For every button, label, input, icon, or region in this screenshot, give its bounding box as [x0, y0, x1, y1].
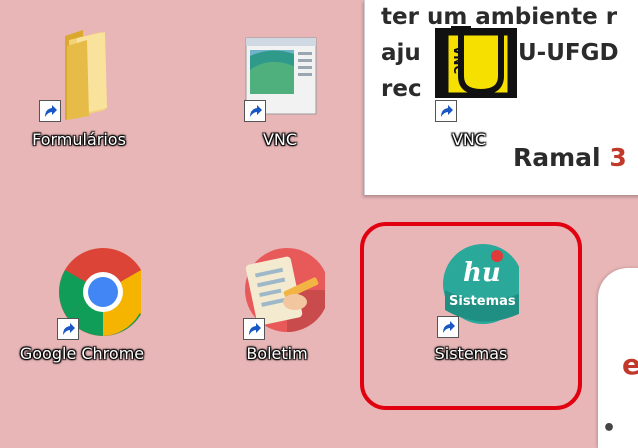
shortcut-arrow-icon — [57, 318, 79, 340]
icon-label: Boletim — [246, 344, 308, 363]
note-line-3: U-UFGD — [518, 40, 619, 66]
vnc-logo-text: VNC — [451, 46, 465, 75]
note-ramal: Ramal 3 — [513, 143, 627, 172]
wallpaper-side-note: e • — [598, 268, 638, 448]
shortcut-arrow-icon — [244, 100, 266, 122]
desktop-icon-boletim[interactable]: Boletim — [218, 240, 336, 363]
icon-label: VNC — [451, 130, 487, 149]
shortcut-arrow-icon — [39, 100, 61, 122]
side-note-bullet: • — [602, 416, 617, 441]
folder-icon — [31, 26, 127, 122]
boletim-icon — [229, 240, 329, 340]
ramal-digit: 3 — [609, 143, 627, 172]
desktop-icon-vnc-1[interactable]: VNC — [221, 26, 339, 149]
vnc-logo-icon: VNC — [421, 26, 523, 122]
side-note-letter: e — [622, 348, 638, 381]
shortcut-arrow-icon — [435, 100, 457, 122]
desktop-icon-google-chrome[interactable]: Google Chrome — [20, 240, 152, 363]
icon-label: VNC — [262, 130, 298, 149]
highlight-box — [360, 222, 582, 410]
shortcut-arrow-icon — [243, 318, 265, 340]
icon-label: Google Chrome — [19, 344, 145, 363]
chrome-icon — [45, 240, 147, 340]
icon-label: Formulários — [32, 130, 126, 149]
desktop-icon-formularios[interactable]: Formulários — [20, 26, 138, 149]
vnc-window-icon — [232, 26, 328, 122]
desktop-icon-vnc-2[interactable]: VNC VNC — [410, 26, 528, 149]
